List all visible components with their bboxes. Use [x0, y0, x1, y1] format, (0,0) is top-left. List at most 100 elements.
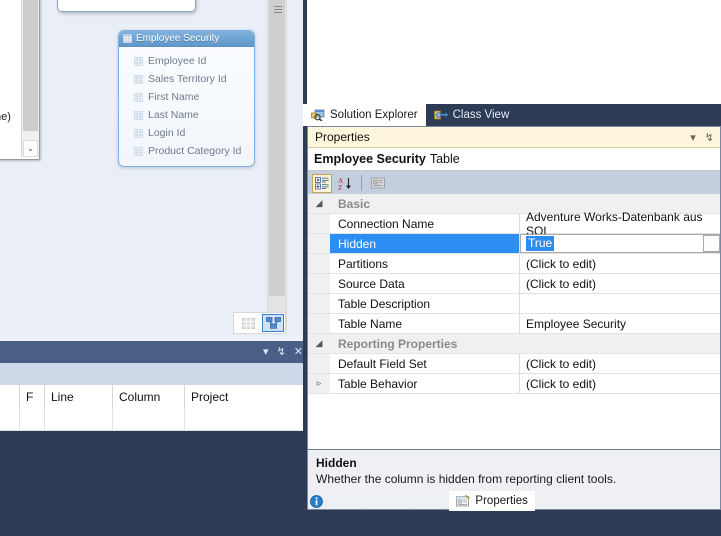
table-column-label: Login Id [148, 127, 185, 139]
error-list-toolbar[interactable] [0, 363, 303, 386]
properties-window: Properties ▾ ↯ Employee Security Table [307, 126, 721, 510]
grid-view-icon [242, 318, 255, 329]
diagram-view-icon [266, 317, 281, 329]
toolbar-separator [361, 175, 362, 191]
tool-window-tabstrip: Solution Explorer Class View [303, 104, 721, 126]
property-pages-button[interactable] [368, 174, 388, 193]
column-icon [134, 147, 143, 156]
column-header-column[interactable]: Column [113, 385, 185, 409]
cell-project [185, 409, 303, 431]
model-designer-pane: ne) ⌄ Employee Security [0, 0, 303, 336]
partial-window-scroll-thumb[interactable] [23, 0, 38, 131]
property-category-reporting-properties[interactable]: ◢ Reporting Properties [308, 334, 720, 354]
property-value-editor[interactable]: True [520, 234, 720, 253]
partial-window-scroll-down-arrow[interactable]: ⌄ [23, 140, 38, 157]
property-value[interactable]: (Click to edit) [520, 254, 720, 273]
tab-getting-started-ssis[interactable]: Getting Started (SSIS) [303, 491, 449, 511]
tab-label: Getting Started (SSIS) [328, 495, 442, 507]
property-value[interactable]: (Click to edit) [520, 354, 720, 373]
row-expander-icon[interactable]: ▹ [308, 374, 330, 393]
properties-selected-object: Employee Security Table [308, 148, 720, 171]
cell-f [20, 409, 45, 431]
property-row-partitions[interactable]: Partitions (Click to edit) [308, 254, 720, 274]
table-column-row[interactable]: Sales Territory Id [119, 70, 254, 88]
property-name: Table Name [330, 314, 520, 333]
column-header-blank[interactable] [0, 385, 20, 409]
property-name: Table Behavior [330, 374, 520, 393]
table-node-employee-security[interactable]: Employee Security Employee Id [118, 30, 255, 167]
column-icon [134, 93, 143, 102]
property-name: Connection Name [330, 214, 520, 233]
categorized-icon [315, 177, 329, 190]
document-white-area [307, 0, 721, 104]
table-row[interactable] [0, 409, 303, 431]
category-expander-icon[interactable]: ◢ [308, 194, 330, 213]
grid-view-button[interactable] [237, 314, 259, 332]
property-row-default-field-set[interactable]: Default Field Set (Click to edit) [308, 354, 720, 374]
description-title: Hidden [316, 456, 712, 470]
tab-properties-document[interactable]: Properties [449, 491, 534, 511]
table-node-title: Employee Security [136, 31, 219, 46]
property-value[interactable]: Adventure Works-Datenbank aus SQL [520, 214, 720, 233]
property-value[interactable] [520, 294, 720, 313]
property-row-hidden[interactable]: Hidden True [308, 234, 720, 254]
offscreen-table-node[interactable] [57, 0, 196, 12]
property-row-table-name[interactable]: Table Name Employee Security [308, 314, 720, 334]
table-column-row[interactable]: Product Category Id [119, 142, 254, 160]
table-column-row[interactable]: First Name [119, 88, 254, 106]
category-expander-icon[interactable]: ◢ [308, 334, 330, 353]
property-name: Hidden [330, 234, 520, 253]
table-column-row[interactable]: Login Id [119, 124, 254, 142]
diagram-view-button[interactable] [262, 314, 284, 332]
chevron-down-icon[interactable]: ▾ [690, 131, 696, 144]
tab-label: Properties [475, 495, 527, 507]
tab-label: Class View [453, 109, 510, 121]
cell-line [45, 409, 113, 431]
chevron-down-icon[interactable]: ▾ [263, 347, 269, 358]
property-row-table-behavior[interactable]: ▹ Table Behavior (Click to edit) [308, 374, 720, 394]
table-node-header[interactable]: Employee Security [119, 31, 254, 47]
table-column-row[interactable]: Last Name [119, 106, 254, 124]
designer-vertical-scrollbar[interactable] [267, 0, 287, 312]
value-dropdown-button[interactable] [703, 235, 720, 252]
column-icon [134, 75, 143, 84]
alphabetical-button[interactable]: A Z [335, 174, 355, 193]
window-background [0, 431, 303, 536]
column-icon [134, 111, 143, 120]
table-column-list: Employee Id Sales Territory Id [119, 47, 254, 160]
value-edit-text[interactable]: True [526, 236, 554, 251]
column-header-f[interactable]: F [20, 385, 45, 409]
selected-object-name: Employee Security [314, 152, 426, 166]
property-row-connection-name[interactable]: Connection Name Adventure Works-Datenban… [308, 214, 720, 234]
column-header-line[interactable]: Line [45, 385, 113, 409]
selected-object-type: Table [430, 152, 460, 166]
cell-column [113, 409, 185, 431]
property-row-table-description[interactable]: Table Description [308, 294, 720, 314]
class-view-icon [434, 109, 448, 121]
property-value[interactable]: (Click to edit) [520, 274, 720, 293]
property-name: Source Data [330, 274, 520, 293]
property-value[interactable]: Employee Security [520, 314, 720, 333]
tab-solution-explorer[interactable]: Solution Explorer [303, 104, 426, 126]
row-expander [308, 254, 330, 273]
designer-scroll-thumb[interactable] [269, 0, 285, 296]
properties-title-label: Properties [315, 130, 681, 144]
property-value[interactable]: (Click to edit) [520, 374, 720, 393]
value-edit-box[interactable]: True [520, 234, 720, 253]
table-column-row[interactable]: Employee Id [119, 52, 254, 70]
table-column-label: Last Name [148, 109, 199, 121]
row-expander [308, 214, 330, 233]
tab-class-view[interactable]: Class View [426, 104, 518, 126]
property-row-source-data[interactable]: Source Data (Click to edit) [308, 274, 720, 294]
column-icon [134, 57, 143, 66]
table-icon [123, 34, 132, 43]
categorized-button[interactable] [312, 174, 332, 193]
row-expander [308, 234, 330, 253]
properties-toolbar: A Z [308, 171, 720, 196]
column-header-project[interactable]: Project [185, 385, 303, 409]
pin-icon[interactable]: ↯ [277, 347, 286, 358]
pin-icon[interactable]: ↯ [705, 131, 714, 144]
partial-window-scrollbar[interactable]: ⌄ [21, 0, 39, 157]
description-text: Whether the column is hidden from report… [316, 472, 712, 486]
close-icon[interactable]: ✕ [294, 347, 303, 358]
